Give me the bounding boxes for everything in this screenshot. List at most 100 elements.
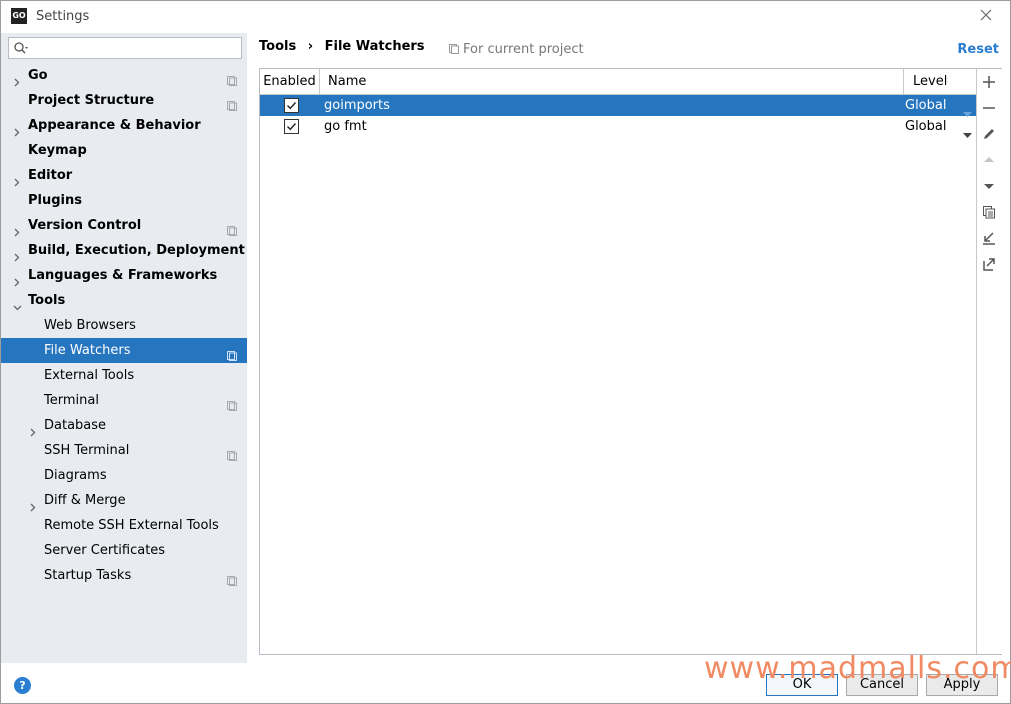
watcher-level[interactable]: Global xyxy=(905,95,946,116)
scope-label: For current project xyxy=(463,42,584,57)
enabled-checkbox[interactable] xyxy=(284,98,299,113)
sidebar-item[interactable]: Build, Execution, Deployment xyxy=(1,238,247,263)
sidebar-item[interactable]: Database xyxy=(1,413,247,438)
sidebar-item[interactable]: Web Browsers xyxy=(1,313,247,338)
sidebar-item-label: SSH Terminal xyxy=(44,443,130,458)
sidebar-item-label: Diff & Merge xyxy=(44,493,126,508)
watcher-level[interactable]: Global xyxy=(905,116,946,137)
breadcrumb: Tools › File Watchers xyxy=(259,39,425,54)
sidebar-item[interactable]: Languages & Frameworks xyxy=(1,263,247,288)
sidebar-item[interactable]: Tools xyxy=(1,288,247,313)
sidebar-item[interactable]: File Watchers xyxy=(1,338,247,363)
sidebar-item[interactable]: SSH Terminal xyxy=(1,438,247,463)
export-icon[interactable] xyxy=(981,256,997,272)
sidebar-item-label: Plugins xyxy=(28,193,82,208)
chevron-right-icon[interactable] xyxy=(13,221,21,237)
sidebar-item[interactable]: Diagrams xyxy=(1,463,247,488)
chevron-right-icon[interactable] xyxy=(13,246,21,262)
sidebar-item[interactable]: Editor xyxy=(1,163,247,188)
chevron-right-icon[interactable] xyxy=(29,421,37,437)
table-toolbar xyxy=(976,69,1002,654)
level-dropdown-icon[interactable] xyxy=(963,103,972,117)
breadcrumb-current: File Watchers xyxy=(324,39,425,54)
table-row[interactable]: go fmt Global xyxy=(260,116,976,138)
column-header-name[interactable]: Name xyxy=(320,69,904,94)
column-header-enabled[interactable]: Enabled xyxy=(260,69,320,94)
sidebar-item-label: External Tools xyxy=(44,368,135,383)
sidebar-item-label: Build, Execution, Deployment xyxy=(28,243,245,258)
project-scope-icon xyxy=(227,220,237,236)
level-dropdown-icon[interactable] xyxy=(963,124,972,138)
settings-dialog: GO Settings Go Project Structure Appearanc… xyxy=(0,0,1011,704)
search-icon xyxy=(13,41,29,55)
close-icon[interactable] xyxy=(978,7,994,23)
sidebar-item-label: Startup Tasks xyxy=(44,568,132,583)
watcher-name: goimports xyxy=(324,98,390,113)
sidebar-item-label: Tools xyxy=(28,293,66,308)
sidebar-item-label: Project Structure xyxy=(28,93,155,108)
sidebar-item-label: Remote SSH External Tools xyxy=(44,518,219,533)
sidebar-item-label: Server Certificates xyxy=(44,543,166,558)
project-scope-icon xyxy=(449,43,459,54)
sidebar-item[interactable]: Keymap xyxy=(1,138,247,163)
enabled-checkbox[interactable] xyxy=(284,119,299,134)
sidebar-item[interactable]: Remote SSH External Tools xyxy=(1,513,247,538)
reset-link[interactable]: Reset xyxy=(957,42,999,57)
column-header-level[interactable]: Level xyxy=(905,69,976,94)
chevron-right-icon[interactable] xyxy=(13,171,21,187)
project-scope-icon xyxy=(227,70,237,86)
chevron-right-icon[interactable] xyxy=(29,496,37,512)
scope-indicator: For current project xyxy=(449,42,584,57)
chevron-down-icon[interactable] xyxy=(13,296,22,311)
breadcrumb-separator: › xyxy=(307,39,314,54)
help-icon[interactable]: ? xyxy=(14,677,31,694)
chevron-right-icon[interactable] xyxy=(13,71,21,87)
project-scope-icon xyxy=(227,395,237,411)
window-title: Settings xyxy=(36,9,90,24)
breadcrumb-parent[interactable]: Tools xyxy=(259,39,296,54)
chevron-right-icon[interactable] xyxy=(13,121,21,137)
title-bar: GO Settings xyxy=(1,1,1010,33)
sidebar-item[interactable]: Terminal xyxy=(1,388,247,413)
chevron-right-icon[interactable] xyxy=(13,271,21,287)
import-icon[interactable] xyxy=(981,230,997,246)
sidebar-item-label: Version Control xyxy=(28,218,142,233)
file-watchers-panel: Enabled Name Level goimports Global go fmt… xyxy=(259,68,1002,655)
remove-icon[interactable] xyxy=(981,100,997,116)
sidebar-item[interactable]: Plugins xyxy=(1,188,247,213)
sidebar-item[interactable]: Diff & Merge xyxy=(1,488,247,513)
settings-sidebar: Go Project Structure Appearance & Behavior… xyxy=(1,33,247,663)
sidebar-item-label: Appearance & Behavior xyxy=(28,118,201,133)
project-scope-icon xyxy=(227,345,237,361)
add-icon[interactable] xyxy=(981,74,997,90)
sidebar-item[interactable]: Version Control xyxy=(1,213,247,238)
table-row[interactable]: goimports Global xyxy=(260,95,976,117)
sidebar-item[interactable]: Appearance & Behavior xyxy=(1,113,247,138)
sidebar-item-label: Database xyxy=(44,418,107,433)
sidebar-item-label: Go xyxy=(28,68,48,83)
project-scope-icon xyxy=(227,570,237,586)
project-scope-icon xyxy=(227,95,237,111)
move-down-icon[interactable] xyxy=(981,178,997,194)
sidebar-item[interactable]: External Tools xyxy=(1,363,247,388)
goland-app-icon: GO xyxy=(11,8,27,24)
watcher-name: go fmt xyxy=(324,119,367,134)
copy-icon[interactable] xyxy=(981,204,997,220)
sidebar-item-label: Diagrams xyxy=(44,468,107,483)
sidebar-item[interactable]: Startup Tasks xyxy=(1,563,247,588)
sidebar-item-label: Languages & Frameworks xyxy=(28,268,218,283)
sidebar-item-label: File Watchers xyxy=(44,343,131,358)
edit-icon[interactable] xyxy=(981,126,997,142)
project-scope-icon xyxy=(227,445,237,461)
sidebar-item[interactable]: Project Structure xyxy=(1,88,247,113)
file-watchers-table: Enabled Name Level goimports Global go fmt… xyxy=(260,69,976,654)
sidebar-item-label: Terminal xyxy=(44,393,99,408)
sidebar-item-label: Keymap xyxy=(28,143,87,158)
sidebar-item[interactable]: Server Certificates xyxy=(1,538,247,563)
move-up-icon[interactable] xyxy=(981,152,997,168)
sidebar-item[interactable]: Go xyxy=(1,63,247,88)
settings-tree: Go Project Structure Appearance & Behavior… xyxy=(1,63,247,588)
sidebar-item-label: Web Browsers xyxy=(44,318,136,333)
search-input[interactable] xyxy=(8,37,242,59)
sidebar-item-label: Editor xyxy=(28,168,73,183)
